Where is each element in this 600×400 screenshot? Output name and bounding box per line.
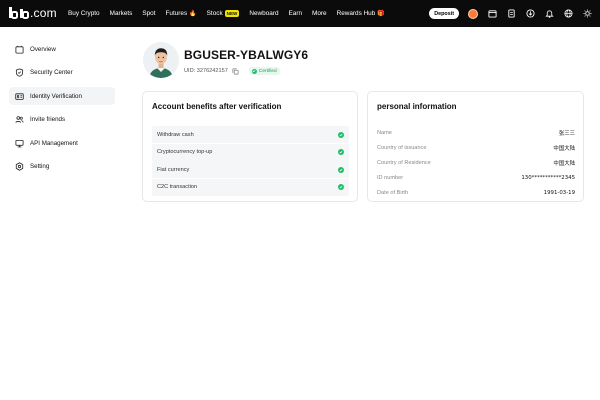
brand-logo[interactable]: .com bbox=[9, 6, 57, 20]
orders-icon[interactable] bbox=[506, 9, 516, 19]
certified-label: Certified bbox=[258, 68, 277, 74]
personal-info-card: personal information Name 张三三 Country of… bbox=[367, 91, 584, 202]
monitor-icon bbox=[15, 139, 24, 148]
nav-stock-label: Stock bbox=[206, 10, 223, 17]
download-icon[interactable] bbox=[525, 9, 535, 19]
bell-icon[interactable] bbox=[544, 9, 554, 19]
info-row-date-of-birth: Date of Birth 1991-03-19 bbox=[377, 185, 575, 200]
info-value: 1991-03-19 bbox=[543, 189, 575, 196]
deposit-button[interactable]: Deposit bbox=[429, 8, 459, 19]
benefits-card: Account benefits after verification With… bbox=[142, 91, 358, 202]
nav-newboard[interactable]: Newboard bbox=[249, 10, 278, 17]
nav-buy-crypto-label: Buy Crypto bbox=[68, 10, 100, 17]
info-label: Date of Birth bbox=[377, 189, 409, 196]
overview-icon bbox=[15, 45, 24, 54]
nav-rewards-hub[interactable]: Rewards Hub 🎁 bbox=[337, 10, 385, 17]
info-row-name: Name 张三三 bbox=[377, 125, 575, 140]
main-nav: Buy Crypto Markets Spot Futures 🔥 Stock NE… bbox=[68, 0, 385, 27]
check-icon bbox=[338, 131, 344, 138]
nav-stock[interactable]: Stock NEW bbox=[207, 10, 240, 17]
sidebar-item-setting[interactable]: Setting bbox=[9, 158, 115, 176]
user-avatar[interactable] bbox=[468, 8, 478, 19]
shield-icon bbox=[15, 68, 24, 77]
info-row-id-number: ID number 130***********2345 bbox=[377, 170, 575, 185]
sidebar-item-label: API Management bbox=[30, 139, 78, 147]
certified-badge: Certified bbox=[248, 67, 280, 75]
nav-earn-label: Earn bbox=[288, 10, 303, 17]
benefit-label: Withdraw cash bbox=[157, 131, 194, 138]
personal-info-list: Name 张三三 Country of issuance 中国大陆 Countr… bbox=[377, 125, 575, 200]
benefits-title: Account benefits after verification bbox=[152, 102, 282, 111]
sidebar-item-overview[interactable]: Overview bbox=[9, 40, 115, 58]
copy-icon[interactable] bbox=[232, 68, 239, 75]
list-item: C2C transaction bbox=[152, 178, 349, 196]
fire-icon: 🔥 bbox=[189, 11, 197, 17]
new-badge: NEW bbox=[224, 10, 240, 17]
uid-row: UID: 3276242157 Certified bbox=[184, 67, 280, 75]
list-item: Withdraw cash bbox=[152, 126, 349, 143]
nav-rewards-hub-label: Rewards Hub bbox=[336, 10, 376, 17]
id-card-icon bbox=[15, 92, 24, 101]
benefit-label: Cryptocurrency top-up bbox=[157, 149, 213, 155]
nav-right-actions: Deposit bbox=[429, 0, 592, 27]
nav-spot[interactable]: Spot bbox=[142, 10, 155, 17]
nav-futures[interactable]: Futures 🔥 bbox=[166, 10, 197, 17]
info-value: 130***********2345 bbox=[521, 174, 575, 181]
nav-more-label: More bbox=[312, 10, 327, 17]
users-icon bbox=[15, 115, 24, 124]
benefit-label: C2C transaction bbox=[157, 184, 198, 190]
nav-newboard-label: Newboard bbox=[249, 10, 279, 17]
check-icon bbox=[338, 149, 344, 155]
profile-avatar bbox=[143, 42, 179, 78]
username: BGUSER-YBALWGY6 bbox=[184, 48, 309, 62]
sidebar-item-label: Overview bbox=[30, 45, 56, 53]
info-value: 中国大陆 bbox=[553, 145, 575, 152]
check-circle-icon bbox=[251, 68, 257, 74]
sidebar-item-label: Invite friends bbox=[30, 116, 66, 123]
list-item: Cryptocurrency top-up bbox=[152, 143, 349, 161]
globe-icon[interactable] bbox=[563, 9, 573, 19]
sidebar: Overview Security Center Identity Verifi… bbox=[9, 40, 115, 181]
nav-spot-label: Spot bbox=[142, 10, 156, 17]
info-value: 中国大陆 bbox=[553, 160, 575, 167]
nav-futures-label: Futures bbox=[165, 10, 188, 17]
gear-icon bbox=[15, 162, 24, 171]
info-row-country-of-residence: Country of Residence 中国大陆 bbox=[377, 155, 575, 170]
nav-markets[interactable]: Markets bbox=[110, 10, 133, 17]
top-navigation-bar: .com Buy Crypto Markets Spot Futures 🔥 St… bbox=[0, 0, 600, 27]
gift-icon: 🎁 bbox=[377, 11, 385, 17]
nav-more[interactable]: More bbox=[312, 10, 327, 17]
personal-info-title: personal information bbox=[377, 102, 457, 111]
sidebar-item-security-center[interactable]: Security Center bbox=[9, 64, 115, 82]
benefit-list: Withdraw cash Cryptocurrency top-up Fiat… bbox=[152, 126, 349, 196]
theme-icon[interactable] bbox=[582, 9, 592, 19]
check-icon bbox=[338, 184, 344, 190]
uid-label: UID: 3276242157 bbox=[184, 68, 228, 74]
nav-earn[interactable]: Earn bbox=[289, 10, 303, 17]
info-label: Name bbox=[377, 129, 392, 136]
info-label: Country of Residence bbox=[377, 159, 431, 166]
info-label: Country of issuance bbox=[377, 144, 427, 151]
info-label: ID number bbox=[377, 174, 404, 181]
sidebar-item-label: Setting bbox=[30, 163, 50, 170]
wallet-icon[interactable] bbox=[487, 9, 497, 19]
nav-markets-label: Markets bbox=[109, 10, 133, 17]
info-value: 张三三 bbox=[558, 130, 575, 137]
sidebar-item-api-management[interactable]: API Management bbox=[9, 134, 115, 152]
sidebar-item-label: Security Center bbox=[30, 69, 73, 76]
sidebar-item-identity-verification[interactable]: Identity Verification bbox=[9, 87, 115, 105]
sidebar-item-label: Identity Verification bbox=[30, 92, 82, 100]
logo-suffix: .com bbox=[30, 6, 57, 20]
check-icon bbox=[338, 166, 344, 173]
nav-buy-crypto[interactable]: Buy Crypto bbox=[68, 10, 100, 17]
benefit-label: Fiat currency bbox=[157, 166, 190, 173]
sidebar-item-invite-friends[interactable]: Invite friends bbox=[9, 111, 115, 129]
list-item: Fiat currency bbox=[152, 161, 349, 178]
logo-mark bbox=[9, 7, 29, 19]
info-row-country-of-issuance: Country of issuance 中国大陆 bbox=[377, 140, 575, 155]
